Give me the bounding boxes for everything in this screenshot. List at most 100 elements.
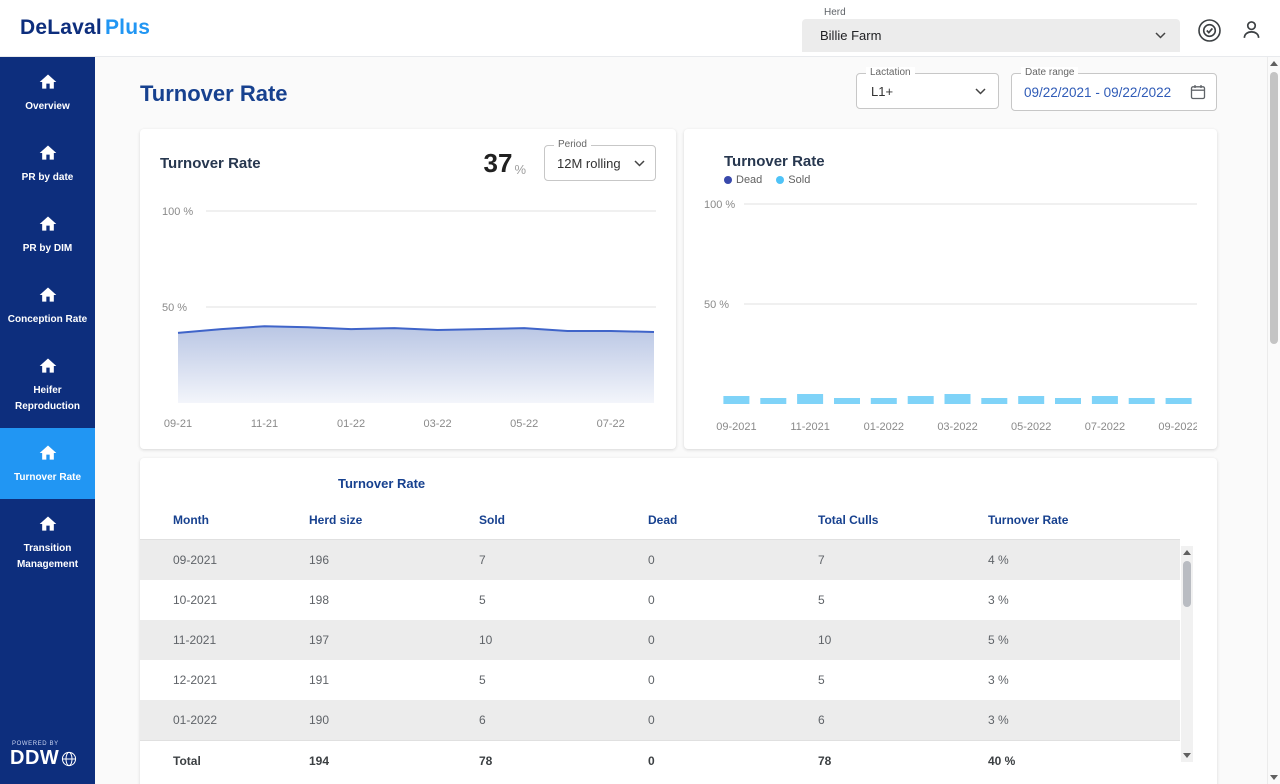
column-header: Total Culls [818,503,988,540]
svg-text:03-22: 03-22 [424,418,452,430]
sidebar-item-heifer-reproduction[interactable]: Heifer Reproduction [0,341,95,428]
svg-text:100 %: 100 % [704,199,735,211]
turnover-table: MonthHerd sizeSoldDeadTotal CullsTurnove… [140,503,1180,781]
page-content: Turnover Rate Lactation L1+ Date range 0… [95,57,1280,784]
page-filters: Lactation L1+ Date range 09/22/2021 - 09… [856,73,1217,111]
app-logo: DeLavalPlus [20,16,150,40]
table-row: 12-20211915053 % [140,660,1180,700]
kpi-card-title: Turnover Rate [160,155,261,172]
herd-select-value: Billie Farm [820,28,881,43]
home-icon [38,143,58,163]
turnover-line-chart: 100 %50 %09-2111-2101-2203-2205-2207-22 [160,189,656,439]
lactation-label: Lactation [866,67,915,78]
period-select[interactable]: Period 12M rolling [544,145,656,181]
period-value: 12M rolling [557,156,621,171]
svg-text:11-21: 11-21 [251,418,278,430]
turnover-rate-bar-card: Turnover Rate DeadSold 100 %50 %09-20211… [684,129,1217,449]
svg-text:09-2021: 09-2021 [716,421,756,433]
turnover-bar-chart: 100 %50 %09-202111-202101-202203-202205-… [704,194,1197,444]
sidebar-item-pr-by-dim[interactable]: PR by DIM [0,199,95,270]
globe-icon [61,751,77,767]
svg-text:01-2022: 01-2022 [864,421,904,433]
sidebar-item-overview[interactable]: Overview [0,57,95,128]
herd-select-label: Herd [824,7,1180,18]
home-icon [38,285,58,305]
calendar-icon [1190,84,1206,100]
page-scrollbar[interactable] [1267,57,1280,784]
sidebar-item-pr-by-date[interactable]: PR by date [0,128,95,199]
home-icon [38,443,58,463]
sidebar-item-label: Turnover Rate [14,470,81,486]
svg-text:50 %: 50 % [162,302,187,314]
chevron-down-icon [975,88,986,95]
sidebar-item-label: Overview [25,99,69,115]
table-row: 09-20211967074 % [140,540,1180,581]
lactation-value: L1+ [871,84,893,99]
table-scrollbar-thumb[interactable] [1183,561,1191,607]
legend-dead: Dead [724,174,762,186]
charts-row: Turnover Rate 37 % Period 12M rolling [140,129,1217,449]
top-header: DeLavalPlus Herd Billie Farm [0,0,1280,57]
table-header-row: MonthHerd sizeSoldDeadTotal CullsTurnove… [140,503,1180,540]
brand-secondary: Plus [105,16,150,39]
turnover-table-card: Turnover Rate MonthHerd sizeSoldDeadTota… [140,458,1217,784]
sidebar-footer: POWERED BY DDW [0,733,95,784]
main-layout: Overview PR by date PR by DIM Conception Ra… [0,57,1280,784]
column-header: Dead [648,503,818,540]
sidebar-item-transition-management[interactable]: Transition Management [0,499,95,586]
page-header: Turnover Rate Lactation L1+ Date range 0… [140,73,1217,113]
goal-target-icon[interactable] [1196,17,1223,44]
date-range-input[interactable]: Date range 09/22/2021 - 09/22/2022 [1011,73,1217,111]
sidebar-item-label: Conception Rate [8,312,87,328]
svg-text:50 %: 50 % [704,299,729,311]
svg-text:09-2022: 09-2022 [1158,421,1197,433]
sidebar-item-label: PR by DIM [23,241,72,257]
legend-sold: Sold [776,174,810,186]
legend-dot-icon [724,176,732,184]
table-row: 10-20211985053 % [140,580,1180,620]
svg-text:05-22: 05-22 [510,418,538,430]
date-range-value: 09/22/2021 - 09/22/2022 [1024,85,1171,100]
kpi-unit: % [514,162,526,181]
user-profile-icon[interactable] [1239,17,1264,42]
scroll-down-arrow[interactable] [1270,775,1278,780]
home-icon [38,514,58,534]
sidebar-item-turnover-rate[interactable]: Turnover Rate [0,428,95,499]
table-title: Turnover Rate [338,476,1217,491]
table-row: 11-2021197100105 % [140,620,1180,660]
kpi-value: 37 [484,148,513,179]
table-scroll-up-arrow[interactable] [1183,550,1191,555]
home-icon [38,214,58,234]
lactation-select[interactable]: Lactation L1+ [856,73,999,109]
kpi-card-header: Turnover Rate 37 % Period 12M rolling [160,145,656,181]
herd-select[interactable]: Billie Farm [802,19,1180,52]
svg-text:05-2022: 05-2022 [1011,421,1051,433]
page-title: Turnover Rate [140,81,288,107]
sidebar-item-label: Heifer Reproduction [6,383,89,415]
svg-text:07-22: 07-22 [597,418,625,430]
table-row: 01-20221906063 % [140,700,1180,741]
sidebar-item-label: PR by date [22,170,74,186]
home-icon [38,72,58,92]
column-header: Month [140,503,309,540]
chevron-down-icon [1155,32,1166,39]
table-scroll-down-arrow[interactable] [1183,753,1191,758]
page-scrollbar-thumb[interactable] [1270,72,1278,344]
chevron-down-icon [634,160,645,167]
date-range-label: Date range [1021,67,1078,78]
column-header: Turnover Rate [988,503,1180,540]
herd-select-group: Herd Billie Farm [802,5,1180,52]
sidebar-nav: Overview PR by date PR by DIM Conception Ra… [0,57,95,586]
sidebar-item-conception-rate[interactable]: Conception Rate [0,270,95,341]
column-header: Herd size [309,503,479,540]
table-scrollbar[interactable] [1181,546,1193,762]
sidebar: Overview PR by date PR by DIM Conception Ra… [0,57,95,784]
brand-primary: DeLaval [20,16,102,39]
period-label: Period [554,139,591,150]
svg-text:100 %: 100 % [162,206,193,218]
scroll-up-arrow[interactable] [1270,61,1278,66]
svg-text:01-22: 01-22 [337,418,365,430]
ddw-logo: DDW [10,747,59,770]
table-total-row: Total1947807840 % [140,741,1180,782]
svg-text:11-2021: 11-2021 [790,421,830,433]
